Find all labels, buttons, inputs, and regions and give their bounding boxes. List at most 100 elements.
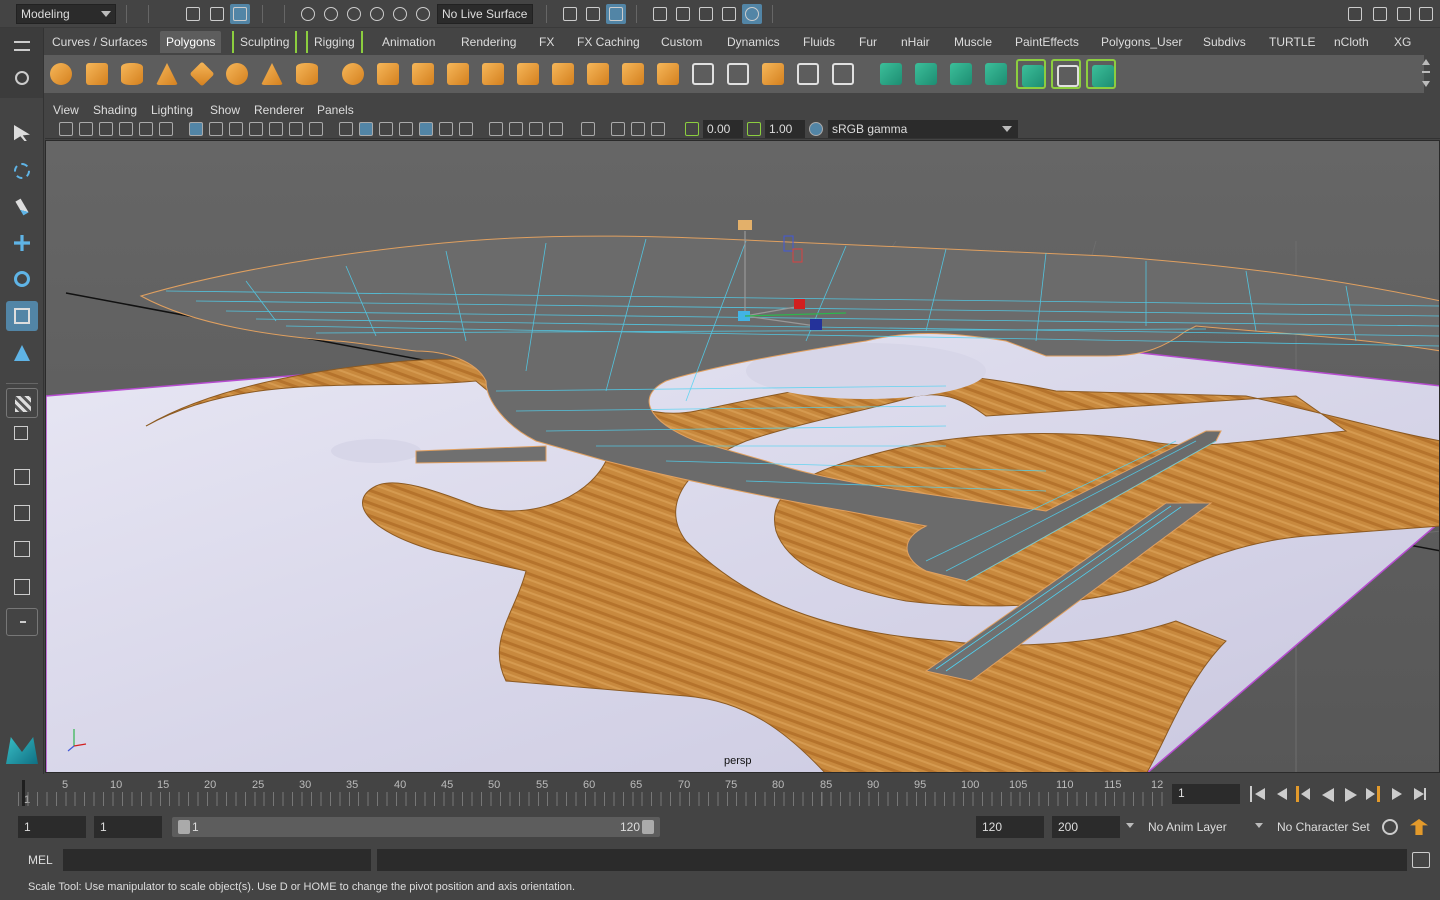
animation-end-field[interactable]: 200 (1052, 816, 1120, 838)
gear-icon[interactable] (15, 71, 29, 85)
chevron-down-icon[interactable] (1126, 823, 1134, 828)
chevron-down-icon[interactable] (1255, 823, 1263, 828)
snap-curve-icon[interactable] (321, 4, 341, 24)
xray-icon[interactable] (611, 122, 625, 136)
exposure-icon[interactable] (685, 122, 699, 136)
select-object-icon[interactable] (207, 4, 227, 24)
reduce-icon[interactable] (478, 59, 508, 89)
separate-icon[interactable] (373, 59, 403, 89)
auto-key-icon[interactable] (1382, 819, 1398, 835)
channel-box-icon[interactable] (1416, 4, 1436, 24)
uv-planar-icon[interactable] (876, 59, 906, 89)
go-to-end-icon[interactable] (1412, 786, 1428, 802)
mirror-icon[interactable] (408, 59, 438, 89)
layout-menu-icon[interactable] (6, 608, 38, 636)
menu-renderer[interactable]: Renderer (254, 103, 304, 117)
gate-mask-icon[interactable] (249, 122, 263, 136)
scale-handle-z[interactable] (810, 319, 822, 330)
isolate-select-icon[interactable] (581, 122, 595, 136)
tab-polygons[interactable]: Polygons (160, 31, 222, 53)
select-tool-icon[interactable] (6, 118, 38, 148)
persp-outliner-layout-icon[interactable] (6, 462, 38, 490)
tab-rendering[interactable]: Rendering (455, 31, 522, 53)
tab-painteffects[interactable]: PaintEffects (1009, 31, 1085, 53)
step-back-key-icon[interactable] (1296, 786, 1312, 802)
tab-turtle[interactable]: TURTLE (1263, 31, 1321, 53)
viewport-scene[interactable] (46, 141, 1440, 773)
tab-nhair[interactable]: nHair (895, 31, 936, 53)
poly-cone-icon[interactable] (152, 59, 182, 89)
motion-blur-icon[interactable] (509, 122, 523, 136)
color-management-icon[interactable] (809, 122, 823, 136)
snap-view-plane-icon[interactable] (367, 4, 387, 24)
animation-start-field[interactable]: 1 (18, 816, 86, 838)
menu-lighting[interactable]: Lighting (151, 103, 193, 117)
uv-automatic-icon[interactable] (981, 59, 1011, 89)
tab-curves-surfaces[interactable]: Curves / Surfaces (46, 31, 153, 53)
smooth-shade-icon[interactable] (359, 122, 373, 136)
tab-xgen[interactable]: XG (1388, 31, 1417, 53)
animation-preferences-icon[interactable] (1410, 819, 1428, 835)
film-gate-icon[interactable] (209, 122, 223, 136)
four-view-layout-icon[interactable] (6, 424, 38, 442)
uv-cylindrical-icon[interactable] (911, 59, 941, 89)
multicut-icon[interactable] (688, 59, 718, 89)
camera-icon[interactable] (59, 122, 73, 136)
uv-unfold-icon[interactable] (1016, 59, 1046, 89)
command-input[interactable] (63, 849, 371, 871)
persp-uv-layout-icon[interactable] (6, 572, 38, 600)
bookmark-icon[interactable] (99, 122, 113, 136)
menu-view[interactable]: View (53, 103, 79, 117)
tab-dynamics[interactable]: Dynamics (721, 31, 786, 53)
shelf-scroll-arrows[interactable] (1422, 57, 1432, 91)
modeling-toolkit-icon[interactable] (1345, 4, 1365, 24)
poly-cylinder-icon[interactable] (117, 59, 147, 89)
wireframe-icon[interactable] (339, 122, 353, 136)
gamma-field[interactable]: 1.00 (765, 120, 805, 138)
single-perspective-layout-icon[interactable] (6, 388, 38, 418)
target-weld-icon[interactable] (793, 59, 823, 89)
exposure-field[interactable]: 0.00 (703, 120, 743, 138)
ipr-render-icon[interactable] (696, 4, 716, 24)
tab-animation[interactable]: Animation (376, 31, 441, 53)
image-plane-icon[interactable] (119, 122, 133, 136)
safe-title-icon[interactable] (309, 122, 323, 136)
wireframe-on-shaded-icon[interactable] (399, 122, 413, 136)
persp-graph-layout-icon[interactable] (6, 498, 38, 526)
tab-ncloth[interactable]: nCloth (1328, 31, 1375, 53)
bridge-icon[interactable] (583, 59, 613, 89)
extrude-icon[interactable] (513, 59, 543, 89)
time-slider[interactable]: 1 5 10 15 20 25 30 35 40 45 50 55 60 65 … (0, 774, 1440, 812)
textured-icon[interactable] (419, 122, 433, 136)
anim-layer-dropdown[interactable]: No Anim Layer (1142, 816, 1242, 838)
collapse-icon[interactable] (758, 59, 788, 89)
scale-handle-y[interactable] (738, 220, 752, 230)
snap-grid-icon[interactable] (298, 4, 318, 24)
render-frame-icon[interactable] (673, 4, 693, 24)
construction-history-icon[interactable] (606, 4, 626, 24)
range-start-handle[interactable] (178, 820, 190, 834)
live-surface-field[interactable]: No Live Surface (437, 4, 533, 24)
tab-fx[interactable]: FX (533, 31, 560, 53)
uv-spherical-icon[interactable] (946, 59, 976, 89)
use-default-material-icon[interactable] (379, 122, 393, 136)
rotate-tool-icon[interactable] (6, 264, 38, 294)
shelf-menu-icon[interactable] (14, 41, 30, 51)
tab-muscle[interactable]: Muscle (948, 31, 998, 53)
tab-custom[interactable]: Custom (655, 31, 708, 53)
multisample-icon[interactable] (529, 122, 543, 136)
depth-of-field-icon[interactable] (549, 122, 563, 136)
combine-icon[interactable] (338, 59, 368, 89)
scale-tool-icon[interactable] (6, 301, 38, 331)
step-forward-key-icon[interactable] (1366, 786, 1382, 802)
gamma-icon[interactable] (747, 122, 761, 136)
tab-fx-caching[interactable]: FX Caching (571, 31, 646, 53)
lights-icon[interactable] (439, 122, 453, 136)
tab-sculpting[interactable]: Sculpting (232, 31, 298, 53)
render-settings-icon[interactable] (719, 4, 739, 24)
select-hierarchy-icon[interactable] (183, 4, 203, 24)
script-language-label[interactable]: MEL (18, 849, 58, 871)
tab-polygons-user[interactable]: Polygons_User (1095, 31, 1188, 53)
append-icon[interactable] (618, 59, 648, 89)
tab-subdivs[interactable]: Subdivs (1197, 31, 1252, 53)
